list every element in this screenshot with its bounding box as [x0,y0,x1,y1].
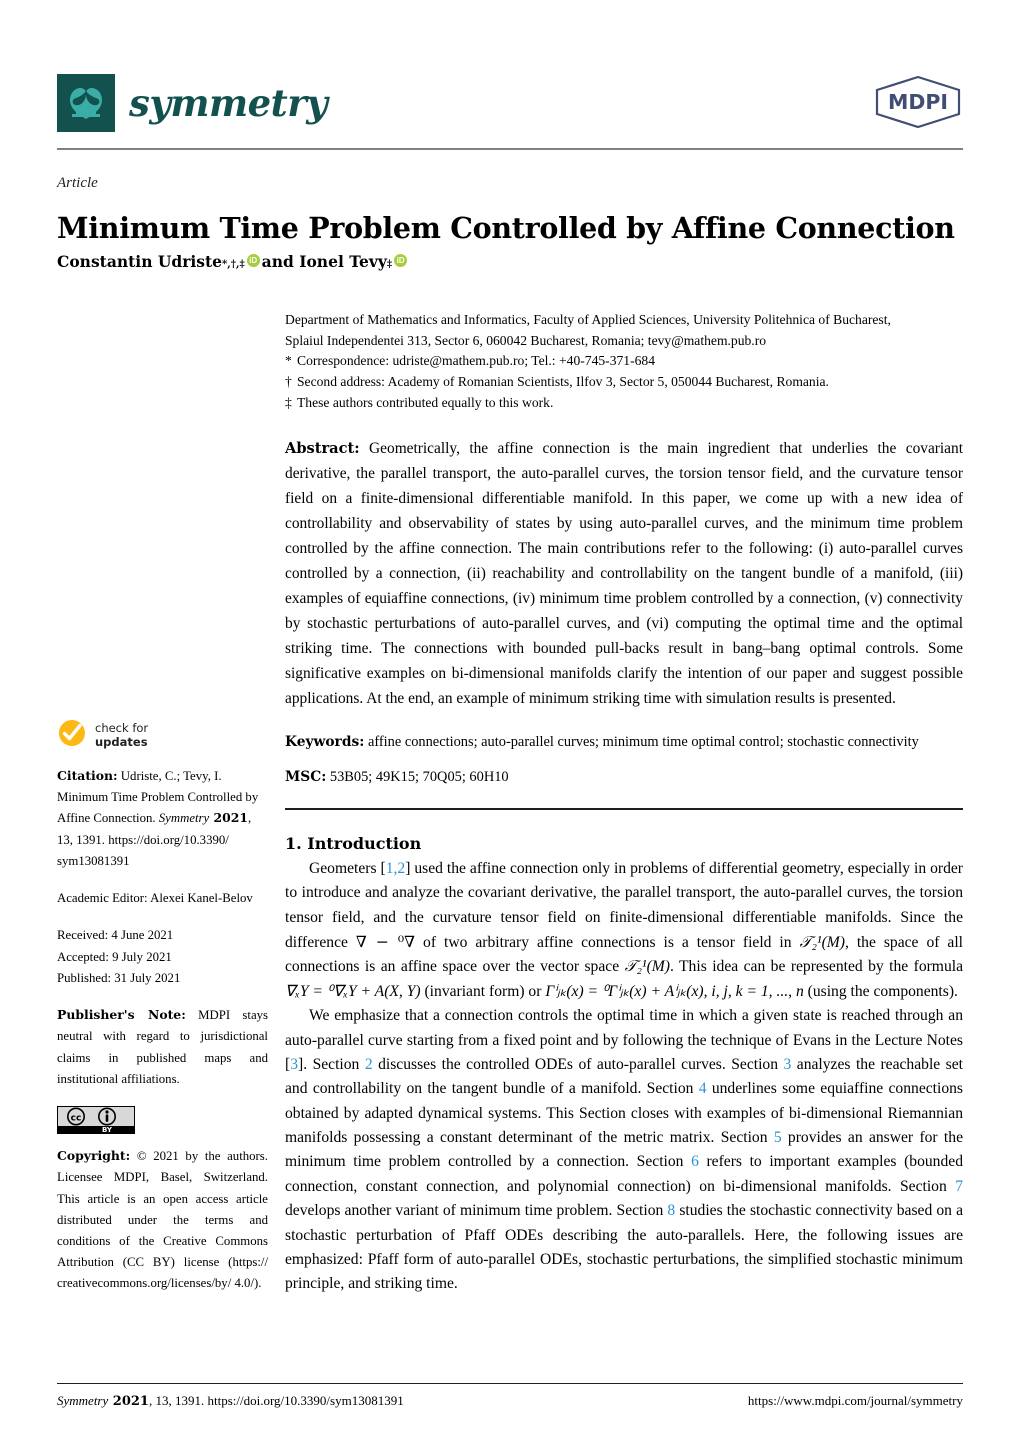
affiliation-line-1: Department of Mathematics and Informatic… [285,312,891,327]
citation-block: Citation: Udriste, C.; Tevy, I. Minimum … [57,766,268,872]
intro-p1-a: Geometers [ [309,859,386,877]
citation-ref-1[interactable]: 1 [386,860,394,877]
formula-components-form: Γⁱⱼₖ(x) = ⁰Γⁱⱼₖ(x) + Aⁱⱼₖ(x), i, j, k = … [545,982,804,1000]
keywords-text: affine connections; auto-parallel curves… [364,733,919,750]
check-for-updates-badge[interactable]: check for updates [57,718,268,752]
intro-p2-h: develops another variant of minimum time… [285,1202,668,1220]
citation-ref-3[interactable]: 3 [290,1056,298,1073]
formula-nabla-difference: ∇ − ⁰∇ [355,932,416,951]
accepted-date: Accepted: 9 July 2021 [57,949,172,964]
intro-p2-c: discusses the controlled ODEs of auto-pa… [372,1055,784,1073]
main-column: Department of Mathematics and Informatic… [285,310,963,1297]
header-divider [57,148,963,150]
intro-p1-g: (using the components). [803,982,958,1000]
svg-text:BY: BY [102,1126,113,1134]
footer-journal-url: https://www.mdpi.com/journal/symmetry [747,1393,963,1408]
check-for-updates-label: check for updates [95,721,148,749]
author-2-marks: ‡ [386,259,393,270]
copyright-label: Copyright: [57,1148,131,1164]
paragraph-1: Geometers [1,2] used the affine connecti… [285,857,963,1004]
footer-doi: , 13, 1391. https://doi.org/10.3390/sym1… [148,1393,404,1408]
copyright-text: © 2021 by the authors. Licensee MDPI, Ba… [57,1149,268,1291]
section-ref-6[interactable]: 6 [691,1153,699,1170]
correspondence-note: * Correspondence: udriste@mathem.pub.ro; … [285,351,963,372]
msc-label: MSC: [285,769,327,786]
orcid-id-icon[interactable] [394,254,408,267]
section-ref-5[interactable]: 5 [774,1129,782,1146]
section-ref-4[interactable]: 4 [699,1080,707,1097]
check-mark-icon [57,718,87,753]
journal-name: symmetry [129,80,328,125]
section-divider [285,808,963,810]
msc-block: MSC: 53B05; 49K15; 70Q05; 60H10 [285,769,963,786]
msc-text: 53B05; 49K15; 70Q05; 60H10 [326,769,509,786]
received-date: Received: 4 June 2021 [57,928,174,943]
intro-p2-b: ]. Section [298,1055,365,1073]
check-for-updates-line1: check for [95,720,149,735]
formula-invariant-form: ∇ₓY = ⁰∇ₓY + A(X, Y) [285,982,421,1000]
check-for-updates-line2: updates [95,735,148,749]
academic-editor: Academic Editor: Alexei Kanel-Belov [57,891,253,906]
article-type-label: Article [57,175,98,191]
section-ref-7[interactable]: 7 [955,1178,963,1195]
copyright-block: Copyright: © 2021 by the authors. Licens… [57,1146,268,1295]
keywords-label: Keywords: [285,733,365,750]
intro-p1-c: of two arbitrary affine connections is a… [415,933,800,951]
abstract-text: Geometrically, the affine connection is … [285,440,963,707]
page-title: Minimum Time Problem Controlled by Affin… [57,211,955,246]
footer-year: 2021 [108,1394,149,1409]
published-date: Published: 31 July 2021 [57,970,181,985]
second-address-marker: † [285,373,292,389]
page-footer: Symmetry 2021, 13, 1391. https://doi.org… [57,1393,963,1409]
author-list: Constantin Udriste*,†,‡ and Ionel Tevy ‡ [57,252,409,271]
citation-label: Citation: [57,768,118,783]
svg-text:cc: cc [71,1114,82,1124]
affiliation-line-2: Splaiul Independentei 313, Sector 6, 060… [285,332,767,348]
orcid-id-icon[interactable] [246,254,260,267]
formula-tensor-space-1: 𝒯₂¹(M) [799,933,845,951]
journal-logo: symmetry [57,72,963,134]
publisher-note-label: Publisher's Note: [57,1007,186,1023]
affiliation-block: Department of Mathematics and Informatic… [285,310,963,413]
equal-contribution-note: ‡ These authors contributed equally to th… [285,393,963,414]
author-name-1: Constantin Udriste [57,252,223,271]
author-1-marks: *,†,‡ [222,259,245,270]
introduction-body: Geometers [1,2] used the affine connecti… [285,857,963,1297]
symmetry-logo-mark-icon [57,74,115,132]
mdpi-logo-icon: MDPI [873,74,963,130]
footer-citation: Symmetry 2021, 13, 1391. https://doi.org… [57,1393,404,1409]
citation-journal: Symmetry [158,811,210,826]
equal-contribution-marker: ‡ [285,394,292,410]
correspondence-marker: * [285,353,292,369]
abstract-block: Abstract: Geometrically, the affine conn… [285,437,963,711]
keywords-block: Keywords: affine connections; auto-paral… [285,732,963,754]
left-sidebar: check for updates Citation: Udriste, C.;… [57,718,268,1311]
abstract-label: Abstract: [285,440,360,458]
formula-tensor-space-2: 𝒯₂¹(M) [624,958,670,976]
footer-journal: Symmetry [57,1393,109,1408]
citation-year: 2021 [209,810,249,826]
intro-p1-e: . This idea can be represented by the fo… [669,958,963,976]
section-ref-2[interactable]: 2 [365,1056,373,1073]
correspondence-text: Correspondence: udriste@mathem.pub.ro; T… [297,353,655,369]
page-header: symmetry MDPI [57,72,963,154]
publisher-note-block: Publisher's Note: MDPI stays neutral wit… [57,1005,268,1090]
svg-text:MDPI: MDPI [888,90,948,114]
intro-p1-f: (invariant form) or [420,982,546,1000]
creative-commons-badge[interactable]: cc BY [57,1106,135,1135]
paper-page: symmetry MDPI Article Minimum Time Probl… [0,0,1020,1442]
equal-contribution-text: These authors contributed equally to thi… [297,394,554,410]
footer-divider [57,1383,963,1385]
section-heading-introduction: 1. Introduction [285,833,422,853]
second-address-note: † Second address: Academy of Romanian Sci… [285,372,963,393]
paragraph-2: We emphasize that a connection controls … [285,1004,963,1297]
author-conjunction: and Ionel Tevy [261,252,387,271]
dates-block: Received: 4 June 2021 Accepted: 9 July 2… [57,925,268,989]
second-address-text: Second address: Academy of Romanian Scie… [297,373,829,389]
